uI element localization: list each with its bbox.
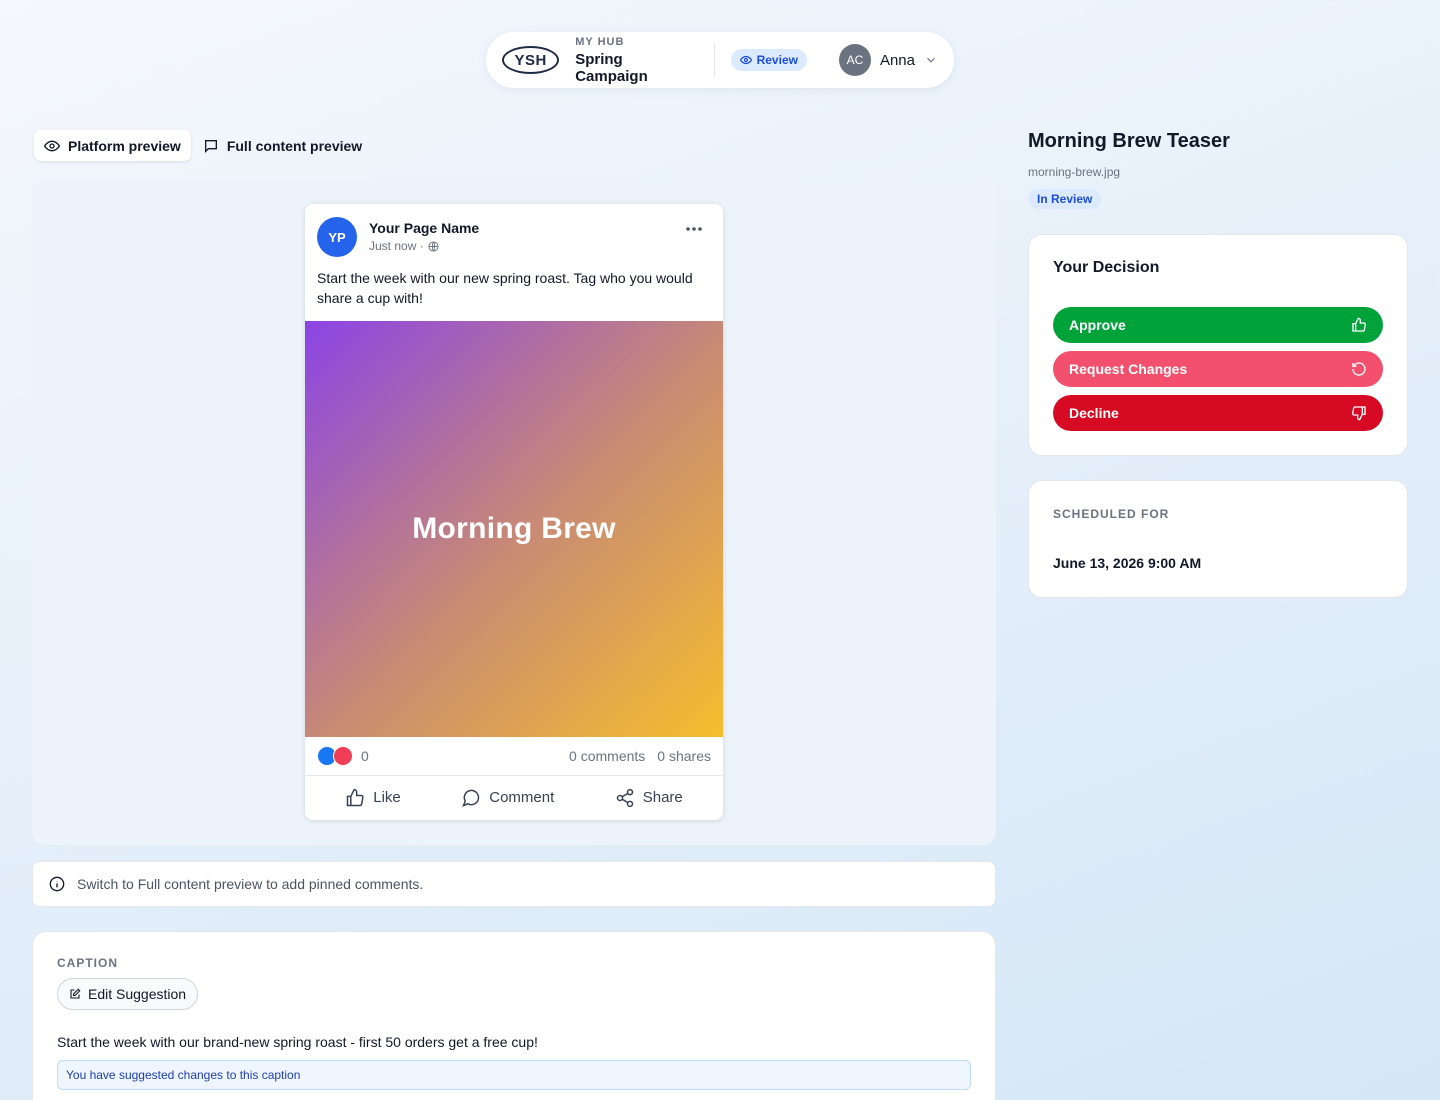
like-button[interactable]: Like: [345, 788, 401, 808]
preview-tabs: Platform preview Full content preview: [34, 130, 372, 161]
caption-text: Start the week with our brand-new spring…: [57, 1034, 538, 1050]
request-changes-label: Request Changes: [1069, 361, 1188, 377]
post-header: YP Your Page Name Just now ·: [305, 204, 723, 258]
share-icon: [615, 788, 635, 808]
preview-canvas: YP Your Page Name Just now · Start the w…: [32, 180, 996, 845]
schedule-value: June 13, 2026 9:00 AM: [1053, 555, 1202, 571]
love-reaction-icon: [333, 746, 353, 766]
rotate-ccw-icon: [1351, 361, 1367, 377]
eye-icon: [44, 138, 60, 154]
tab-platform-preview[interactable]: Platform preview: [34, 130, 191, 161]
eye-icon: [739, 54, 752, 66]
share-label: Share: [642, 789, 683, 806]
header-divider: [713, 44, 715, 76]
page-name: Your Page Name: [369, 220, 480, 236]
info-banner-text: Switch to Full content preview to add pi…: [77, 876, 424, 892]
like-label: Like: [373, 789, 401, 806]
tab-full-content-preview[interactable]: Full content preview: [193, 130, 372, 161]
approve-button[interactable]: Approve: [1053, 307, 1383, 343]
brand-logo[interactable]: YSH: [502, 46, 560, 74]
approve-label: Approve: [1069, 317, 1126, 333]
user-name: Anna: [879, 51, 915, 69]
campaign-title: Spring Campaign: [575, 50, 648, 85]
decline-label: Decline: [1069, 405, 1119, 421]
thumbs-up-icon: [1351, 317, 1367, 333]
info-icon: [49, 876, 65, 892]
suggestion-note: You have suggested changes to this capti…: [57, 1060, 971, 1090]
share-count: 0 shares: [657, 748, 711, 764]
decision-buttons: Approve Request Changes Decline: [1053, 307, 1383, 431]
post-time-text: Just now ·: [369, 239, 424, 253]
comment-icon: [203, 138, 219, 154]
post-image: Morning Brew: [305, 321, 723, 737]
tab-label: Platform preview: [68, 137, 181, 154]
schedule-label: SCHEDULED FOR: [1053, 507, 1170, 521]
edit-icon: [69, 988, 81, 1000]
top-bar: YSH MY HUB Spring Campaign Review AC Ann…: [486, 32, 954, 88]
engagement-counts: 0 comments 0 shares: [569, 748, 711, 764]
user-menu[interactable]: AC Anna: [838, 44, 938, 76]
post-text: Start the week with our new spring roast…: [317, 270, 693, 306]
info-banner: Switch to Full content preview to add pi…: [32, 861, 996, 907]
edit-suggestion-button[interactable]: Edit Suggestion: [57, 978, 199, 1010]
thumbs-down-icon: [1351, 405, 1367, 421]
page-avatar: YP: [317, 217, 357, 257]
hub-label: MY HUB: [575, 35, 625, 48]
review-badge: Review: [730, 49, 807, 71]
asset-title: Morning Brew Teaser: [1028, 130, 1230, 152]
caption-label: CAPTION: [57, 956, 118, 970]
caption-card: CAPTION Edit Suggestion Start the week w…: [32, 931, 996, 1100]
asset-filename: morning-brew.jpg: [1028, 165, 1121, 179]
request-changes-button[interactable]: Request Changes: [1053, 351, 1383, 387]
reaction-icons: [317, 746, 353, 766]
post-actions: Like Comment Share: [305, 775, 723, 819]
comment-button[interactable]: Comment: [461, 788, 554, 808]
social-post-preview: YP Your Page Name Just now · Start the w…: [305, 204, 723, 820]
decline-button[interactable]: Decline: [1053, 395, 1383, 431]
hub-info: MY HUB Spring Campaign: [575, 36, 697, 85]
review-label: Review: [756, 53, 798, 67]
decision-card: Your Decision Approve Request Changes De…: [1028, 234, 1408, 456]
decision-title: Your Decision: [1053, 259, 1160, 276]
thumbs-up-icon: [345, 788, 365, 808]
comment-count: 0 comments: [569, 748, 646, 764]
avatar: AC: [838, 44, 871, 76]
schedule-card: SCHEDULED FOR June 13, 2026 9:00 AM: [1028, 480, 1408, 598]
status-badge: In Review: [1028, 189, 1102, 209]
edit-suggestion-label: Edit Suggestion: [88, 986, 187, 1002]
post-time: Just now ·: [369, 239, 439, 253]
chevron-down-icon: [924, 53, 938, 67]
post-image-text: Morning Brew: [412, 512, 616, 545]
tab-label: Full content preview: [226, 137, 363, 154]
reaction-bar: 0 0 comments 0 shares: [305, 737, 723, 775]
globe-icon: [428, 240, 439, 252]
reaction-count: 0: [361, 748, 369, 764]
share-button[interactable]: Share: [615, 788, 683, 808]
more-options-icon[interactable]: [685, 226, 703, 232]
comment-bubble-icon: [461, 788, 481, 808]
comment-label: Comment: [489, 789, 555, 806]
